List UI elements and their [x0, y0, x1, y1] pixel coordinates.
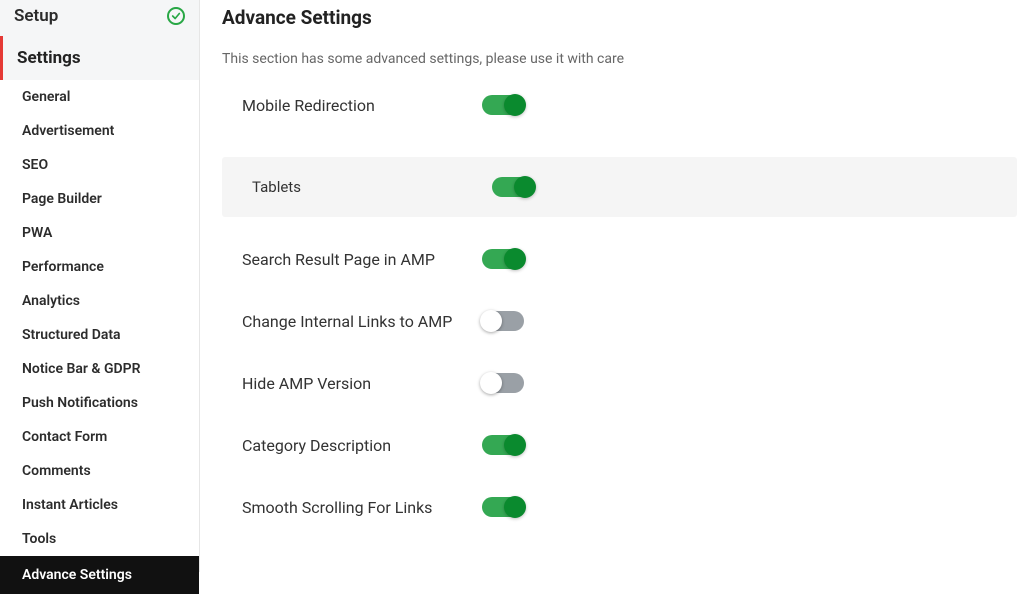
- sidebar-item-notice-bar-gdpr[interactable]: Notice Bar & GDPR: [0, 352, 199, 386]
- option-label: Category Description: [222, 436, 482, 455]
- sidebar-settings-header[interactable]: Settings: [0, 36, 199, 80]
- sidebar-items: GeneralAdvertisementSEOPage BuilderPWAPe…: [0, 80, 199, 594]
- toggle-knob: [514, 176, 536, 198]
- option-row-change-internal-links-to-amp: Change Internal Links to AMP: [222, 311, 1017, 331]
- toggle-knob: [504, 248, 526, 270]
- sidebar-item-analytics[interactable]: Analytics: [0, 284, 199, 318]
- sidebar-item-pwa[interactable]: PWA: [0, 216, 199, 250]
- option-row-search-result-page-in-amp: Search Result Page in AMP: [222, 249, 1017, 269]
- option-row-category-description: Category Description: [222, 435, 1017, 455]
- option-row-tablets: Tablets: [222, 157, 1017, 217]
- main-content: Advance Settings This section has some a…: [200, 0, 1017, 572]
- sidebar-item-advance-settings[interactable]: Advance Settings: [0, 556, 199, 594]
- sidebar-setup-row[interactable]: Setup: [0, 0, 199, 36]
- toggle-tablets[interactable]: [492, 177, 534, 197]
- sidebar-item-tools[interactable]: Tools: [0, 522, 199, 556]
- option-row-mobile-redirection: Mobile Redirection: [222, 95, 1017, 115]
- page-title: Advance Settings: [222, 6, 1017, 29]
- option-row-smooth-scrolling-for-links: Smooth Scrolling For Links: [222, 497, 1017, 517]
- toggle-knob: [504, 496, 526, 518]
- toggle-mobile-redirection[interactable]: [482, 95, 524, 115]
- option-label: Tablets: [222, 178, 492, 196]
- toggle-knob: [480, 310, 502, 332]
- toggle-knob: [504, 434, 526, 456]
- sidebar-item-push-notifications[interactable]: Push Notifications: [0, 386, 199, 420]
- sidebar-item-structured-data[interactable]: Structured Data: [0, 318, 199, 352]
- sidebar-item-instant-articles[interactable]: Instant Articles: [0, 488, 199, 522]
- toggle-knob: [504, 94, 526, 116]
- toggle-change-internal-links-to-amp[interactable]: [482, 311, 524, 331]
- option-label: Search Result Page in AMP: [222, 250, 482, 269]
- toggle-knob: [480, 372, 502, 394]
- option-label: Mobile Redirection: [222, 96, 482, 115]
- page-description: This section has some advanced settings,…: [222, 51, 1017, 67]
- sidebar: Setup Settings GeneralAdvertisementSEOPa…: [0, 0, 200, 572]
- sidebar-item-comments[interactable]: Comments: [0, 454, 199, 488]
- toggle-category-description[interactable]: [482, 435, 524, 455]
- options-list: Mobile Redirection Tablets Search Result P…: [222, 95, 1017, 517]
- toggle-search-result-page-in-amp[interactable]: [482, 249, 524, 269]
- sidebar-item-general[interactable]: General: [0, 80, 199, 114]
- toggle-smooth-scrolling-for-links[interactable]: [482, 497, 524, 517]
- check-circle-icon: [167, 7, 185, 25]
- option-label: Change Internal Links to AMP: [222, 312, 482, 331]
- sidebar-item-seo[interactable]: SEO: [0, 148, 199, 182]
- sidebar-item-performance[interactable]: Performance: [0, 250, 199, 284]
- option-row-hide-amp-version: Hide AMP Version: [222, 373, 1017, 393]
- setup-label: Setup: [14, 6, 58, 26]
- sidebar-item-page-builder[interactable]: Page Builder: [0, 182, 199, 216]
- option-label: Hide AMP Version: [222, 374, 482, 393]
- toggle-hide-amp-version[interactable]: [482, 373, 524, 393]
- option-label: Smooth Scrolling For Links: [222, 498, 482, 517]
- sidebar-item-advertisement[interactable]: Advertisement: [0, 114, 199, 148]
- sidebar-item-contact-form[interactable]: Contact Form: [0, 420, 199, 454]
